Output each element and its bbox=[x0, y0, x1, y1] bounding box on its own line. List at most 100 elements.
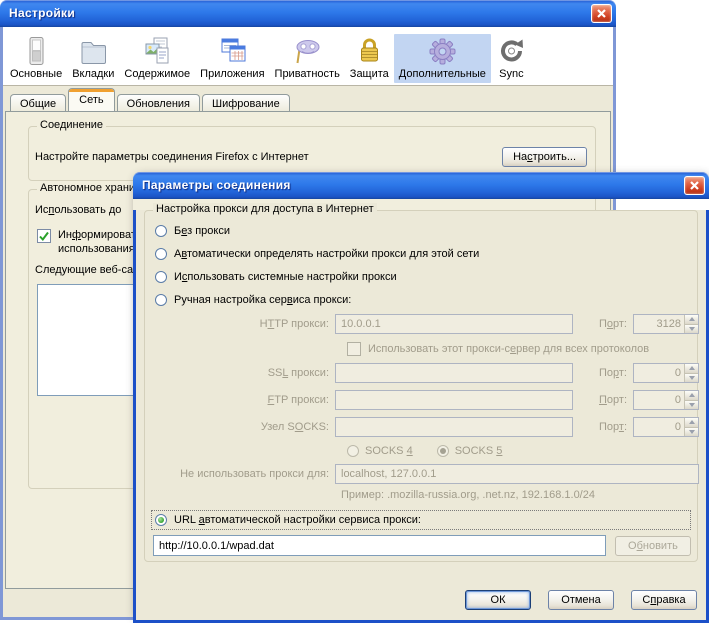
content-pages-icon bbox=[145, 37, 169, 64]
all-protocols-checkbox[interactable] bbox=[347, 342, 361, 356]
toolbar-item-general[interactable]: Основные bbox=[5, 34, 67, 83]
socks5-radio[interactable] bbox=[436, 445, 449, 457]
spin-up-button[interactable] bbox=[685, 418, 698, 427]
dialog-title: Параметры соединения bbox=[142, 178, 291, 192]
socks-port-input[interactable] bbox=[634, 418, 684, 436]
socks-port-spinner bbox=[684, 418, 698, 436]
radio-row-no-proxy[interactable]: Без прокси bbox=[155, 224, 691, 238]
ssl-port-input[interactable] bbox=[634, 364, 684, 382]
manual-proxy-radio[interactable] bbox=[155, 294, 167, 306]
toolbar-item-label: Защита bbox=[349, 68, 389, 80]
ftp-port-label: Порт: bbox=[599, 394, 627, 406]
toolbar-item-label: Приватность bbox=[274, 68, 340, 80]
spin-down-button[interactable] bbox=[685, 372, 698, 382]
toolbar-item-label: Sync bbox=[499, 68, 524, 80]
ssl-port-spinner bbox=[684, 364, 698, 382]
socks-port-field bbox=[633, 417, 699, 437]
manual-proxy-label: Ручная настройка сервиса прокси: bbox=[174, 294, 352, 306]
toolbar-item-security[interactable]: Защита bbox=[345, 34, 394, 83]
ssl-proxy-row: SSL прокси: Порт: bbox=[155, 363, 699, 383]
settings-toolbar: Основные Вкладки Содержимое Приложения П… bbox=[3, 27, 613, 86]
tab-label: Общие bbox=[20, 98, 57, 110]
inform-label-line1: Информироват bbox=[58, 229, 136, 241]
radio-row-system-proxy[interactable]: Использовать системные настройки прокси bbox=[155, 270, 691, 284]
auto-config-url-input-row: Обновить bbox=[153, 535, 691, 556]
dialog-close-button[interactable] bbox=[684, 176, 705, 195]
toolbar-item-label: Дополнительные bbox=[398, 68, 486, 80]
configure-connection-button[interactable]: Настроить... bbox=[502, 147, 587, 167]
spin-down-button[interactable] bbox=[685, 399, 698, 409]
http-proxy-input[interactable] bbox=[335, 314, 573, 334]
ssl-proxy-input[interactable] bbox=[335, 363, 573, 383]
desktop: { "colors": { "titlebar_blue": "#2e79ea"… bbox=[0, 0, 709, 623]
auto-config-url-input[interactable] bbox=[153, 535, 606, 556]
tab-label: Шифрование bbox=[212, 98, 280, 110]
connection-settings-dialog: Параметры соединения Настройка прокси дл… bbox=[133, 172, 709, 623]
socks4-option[interactable]: SOCKS 4 bbox=[347, 445, 413, 457]
radio-row-auto-detect[interactable]: Автоматически определять настройки прокс… bbox=[155, 247, 691, 261]
ftp-proxy-label: FTP прокси: bbox=[267, 394, 329, 406]
auto-config-url-row[interactable]: URL автоматической настройки сервиса про… bbox=[151, 510, 691, 530]
toolbar-item-advanced[interactable]: Дополнительные bbox=[393, 34, 491, 83]
socks5-option[interactable]: SOCKS 5 bbox=[436, 445, 503, 457]
socks-host-label: Узел SOCKS: bbox=[260, 421, 329, 433]
radio-row-manual-proxy[interactable]: Ручная настройка сервиса прокси: bbox=[155, 293, 691, 307]
mask-icon bbox=[296, 40, 320, 64]
auto-config-url-radio[interactable] bbox=[155, 514, 167, 526]
socks-host-input[interactable] bbox=[335, 417, 573, 437]
toolbar-item-content[interactable]: Содержимое bbox=[119, 34, 195, 83]
proxy-config-group: Настройка прокси для доступа в Интернет … bbox=[144, 203, 699, 562]
help-button[interactable]: Справка bbox=[631, 590, 697, 610]
toolbar-item-label: Вкладки bbox=[72, 68, 115, 80]
dialog-titlebar[interactable]: Параметры соединения bbox=[133, 172, 709, 199]
ssl-port-label: Порт: bbox=[598, 367, 627, 379]
http-port-label: Порт: bbox=[598, 318, 627, 330]
no-proxy-for-label: Не использовать прокси для: bbox=[180, 468, 329, 480]
http-proxy-label: HTTP прокси: bbox=[259, 318, 329, 330]
spin-down-button[interactable] bbox=[685, 426, 698, 436]
auto-config-url-label: URL автоматической настройки сервиса про… bbox=[174, 514, 421, 526]
socks5-label: SOCKS 5 bbox=[454, 445, 503, 457]
http-port-input[interactable] bbox=[634, 315, 684, 333]
no-proxy-for-row: Не использовать прокси для: bbox=[155, 464, 699, 484]
radio-dot bbox=[158, 517, 164, 523]
gear-icon bbox=[429, 38, 456, 65]
no-proxy-example: Пример: .mozilla-russia.org, .net.nz, 19… bbox=[341, 489, 595, 501]
toolbar-item-tabs[interactable]: Вкладки bbox=[67, 34, 119, 83]
inform-checkbox[interactable] bbox=[37, 229, 51, 243]
toolbar-item-label: Содержимое bbox=[124, 68, 191, 80]
ftp-port-input[interactable] bbox=[634, 391, 684, 409]
spin-down-button[interactable] bbox=[685, 323, 698, 333]
no-proxy-for-input[interactable] bbox=[335, 464, 699, 484]
window-title: Настройки bbox=[9, 6, 76, 20]
all-protocols-row[interactable]: Использовать этот прокси-сервер для всех… bbox=[347, 341, 691, 356]
socks-version-row: SOCKS 4 SOCKS 5 bbox=[347, 445, 691, 457]
toolbar-item-applications[interactable]: Приложения bbox=[195, 34, 269, 83]
socks4-radio[interactable] bbox=[347, 445, 359, 457]
lock-icon bbox=[360, 38, 378, 62]
inform-checkbox-label: Информироват использования bbox=[58, 228, 136, 256]
toolbar-item-privacy[interactable]: Приватность bbox=[270, 34, 345, 83]
arrow-down-icon bbox=[688, 375, 695, 380]
toolbar-item-sync[interactable]: Sync bbox=[491, 34, 532, 83]
close-button[interactable] bbox=[591, 4, 612, 23]
proxy-group-title: Настройка прокси для доступа в Интернет bbox=[153, 203, 377, 215]
ftp-proxy-input[interactable] bbox=[335, 390, 573, 410]
auto-detect-label: Автоматически определять настройки прокс… bbox=[174, 248, 480, 260]
no-proxy-radio[interactable] bbox=[155, 225, 167, 237]
ok-button[interactable]: ОК bbox=[465, 590, 531, 610]
http-port-field bbox=[633, 314, 699, 334]
applications-icon bbox=[221, 38, 246, 62]
settings-titlebar[interactable]: Настройки bbox=[0, 0, 616, 27]
system-proxy-radio[interactable] bbox=[155, 271, 167, 283]
auto-detect-radio[interactable] bbox=[155, 248, 167, 260]
no-proxy-label: Без прокси bbox=[174, 225, 230, 237]
arrow-down-icon bbox=[688, 402, 695, 407]
spin-up-button[interactable] bbox=[685, 315, 698, 324]
spin-up-button[interactable] bbox=[685, 391, 698, 400]
spin-up-button[interactable] bbox=[685, 364, 698, 373]
cancel-button[interactable]: Отмена bbox=[548, 590, 614, 610]
reload-button[interactable]: Обновить bbox=[614, 535, 691, 556]
tab-network[interactable]: Сеть bbox=[68, 88, 115, 111]
arrow-up-icon bbox=[688, 393, 695, 398]
